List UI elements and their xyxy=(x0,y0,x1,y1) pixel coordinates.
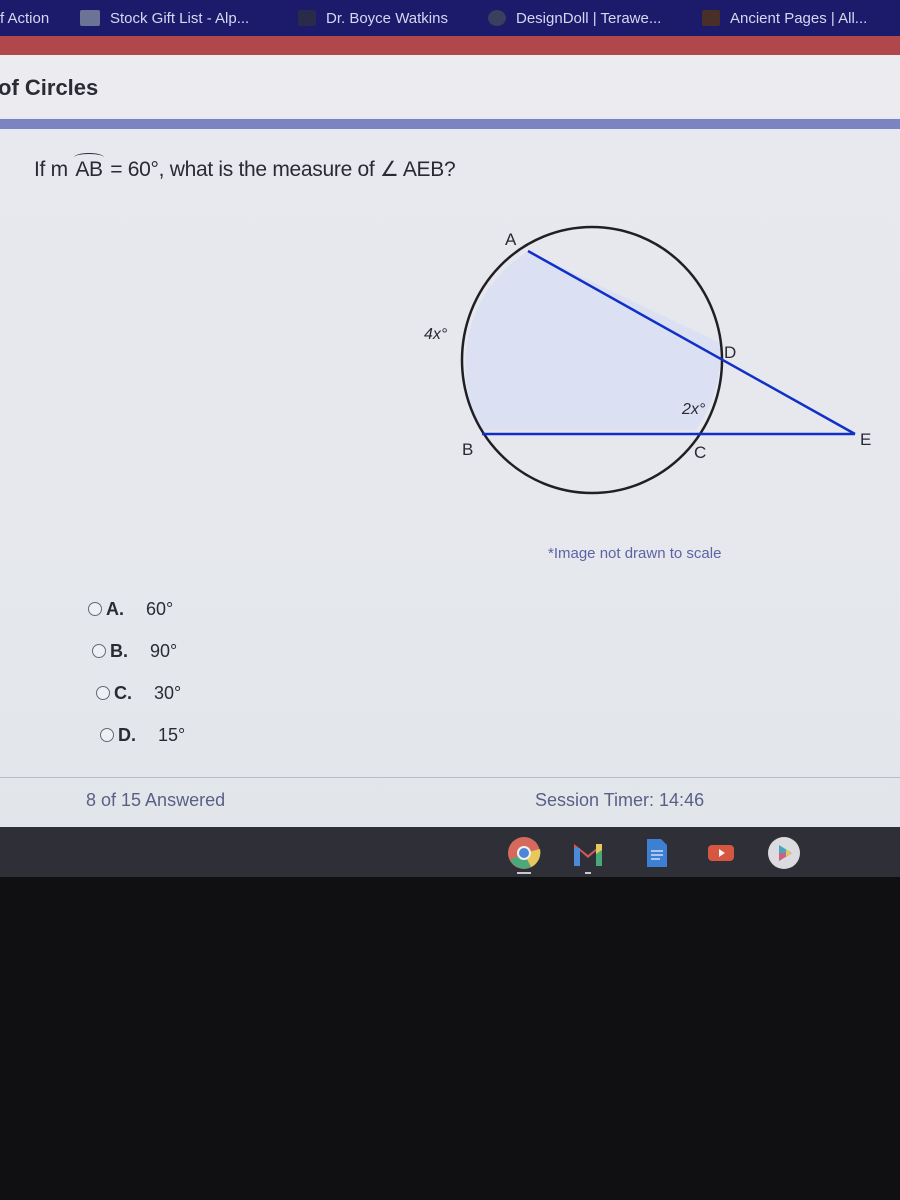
bookmark-label: Dr. Boyce Watkins xyxy=(326,9,448,27)
designdoll-icon xyxy=(488,10,506,26)
choice-value: 90° xyxy=(150,640,178,661)
bookmark-label: DesignDoll | Terawe... xyxy=(516,9,662,27)
session-timer: Session Timer: 14:46 xyxy=(535,790,705,810)
question-prefix: If m xyxy=(34,158,68,181)
play-store-icon[interactable] xyxy=(767,836,801,870)
running-indicator xyxy=(517,872,531,874)
point-label-b: B xyxy=(462,440,473,459)
radio-button[interactable] xyxy=(88,602,102,616)
choice-c[interactable]: C. 30° xyxy=(88,672,185,714)
choice-value: 15° xyxy=(158,724,186,745)
question-text: If m AB = 60°, what is the measure of ∠ … xyxy=(34,153,456,182)
bookmark-designdoll[interactable]: DesignDoll | Terawe... xyxy=(488,0,661,36)
choice-a[interactable]: A. 60° xyxy=(88,588,185,630)
header-divider xyxy=(0,119,900,129)
quiz-page: of Circles If m AB = 60°, what is the me… xyxy=(0,55,900,827)
bookmarks-bar: f Action Stock Gift List - Alp... Dr. Bo… xyxy=(0,0,900,36)
point-label-d: D xyxy=(724,343,736,362)
angle-symbol: ∠ xyxy=(379,158,399,181)
choice-d[interactable]: D. 15° xyxy=(88,714,185,756)
footer-divider xyxy=(0,777,900,778)
gmail-icon[interactable] xyxy=(571,836,605,870)
site-header-bar xyxy=(0,36,900,55)
page-title: of Circles xyxy=(0,75,99,100)
point-label-a: A xyxy=(505,230,517,249)
bookmark-action[interactable]: f Action xyxy=(0,0,49,36)
site-icon xyxy=(298,10,316,26)
running-indicator xyxy=(585,872,591,874)
scale-note: *Image not drawn to scale xyxy=(548,545,722,562)
radio-button[interactable] xyxy=(100,728,114,742)
choice-letter: C. xyxy=(114,682,132,703)
os-shelf xyxy=(0,827,900,877)
screen-bezel xyxy=(0,877,900,1200)
arc-label-2x: 2x° xyxy=(681,401,706,418)
youtube-icon[interactable] xyxy=(704,836,738,870)
stock-site-icon xyxy=(80,10,100,26)
arc-notation: AB xyxy=(74,153,105,181)
choice-b[interactable]: B. 90° xyxy=(88,630,185,672)
page-header: of Circles xyxy=(0,55,900,117)
radio-button[interactable] xyxy=(92,644,106,658)
bookmark-label: Ancient Pages | All... xyxy=(730,9,868,27)
choice-letter: B. xyxy=(110,640,128,661)
point-label-e: E xyxy=(860,430,871,449)
bookmark-stock-gift-list[interactable]: Stock Gift List - Alp... xyxy=(80,0,249,36)
ancient-pages-icon xyxy=(702,10,720,26)
bookmark-label: f Action xyxy=(0,9,50,27)
bookmark-ancient-pages[interactable]: Ancient Pages | All... xyxy=(702,0,867,36)
choice-letter: A. xyxy=(106,598,124,619)
question-suffix: AEB? xyxy=(398,158,456,181)
answer-choices: A. 60° B. 90° C. 30° D. 15° xyxy=(88,588,185,756)
chrome-icon[interactable] xyxy=(507,836,541,870)
circle-diagram: A B C D E 4x° 2x° xyxy=(424,225,871,495)
bookmark-label: Stock Gift List - Alp... xyxy=(110,9,250,27)
answered-count: 8 of 15 Answered xyxy=(86,790,226,810)
docs-icon[interactable] xyxy=(639,836,673,870)
arc-label-4x: 4x° xyxy=(424,326,448,343)
question-middle: = 60°, what is the measure of xyxy=(104,158,380,181)
choice-value: 30° xyxy=(154,682,182,703)
choice-value: 60° xyxy=(146,598,174,619)
bookmark-boyce-watkins[interactable]: Dr. Boyce Watkins xyxy=(298,0,448,36)
radio-button[interactable] xyxy=(96,686,110,700)
point-label-c: C xyxy=(694,443,706,462)
choice-letter: D. xyxy=(118,724,136,745)
